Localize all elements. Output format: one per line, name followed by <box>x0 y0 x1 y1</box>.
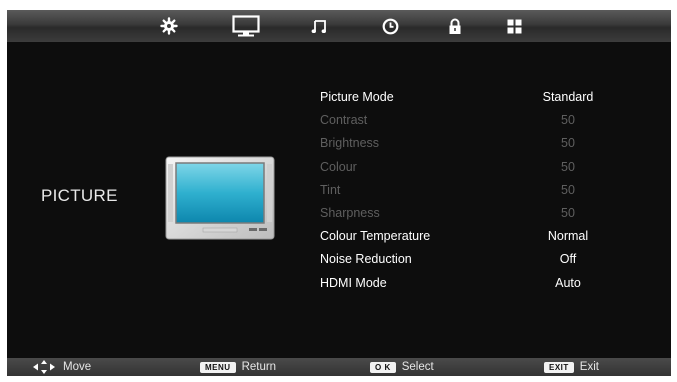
monitor-icon[interactable] <box>231 15 261 37</box>
menu-item-value: 50 <box>561 205 575 220</box>
menu-item-value: 50 <box>561 136 575 151</box>
top-menu-bar <box>7 10 671 42</box>
menu-item-label: Noise Reduction <box>320 252 412 267</box>
menu-item-contrast: Contrast 50 <box>320 113 640 136</box>
exit-key: EXIT <box>544 361 574 373</box>
menu-item-label: Sharpness <box>320 205 380 220</box>
menu-item-tint: Tint 50 <box>320 183 640 206</box>
menu-item-label: Contrast <box>320 113 368 128</box>
menu-item-value: 50 <box>561 159 575 174</box>
menu-item-value: Auto <box>555 275 581 290</box>
move-hint: Move <box>33 358 91 376</box>
menu-item-value: 50 <box>561 182 575 197</box>
menu-item-sharpness: Sharpness 50 <box>320 206 640 229</box>
exit-hint: EXIT Exit <box>544 358 599 376</box>
menu-item-colour: Colour 50 <box>320 160 640 183</box>
menu-item-value: 50 <box>561 113 575 128</box>
lock-icon[interactable] <box>443 15 467 37</box>
menu-item-label: Colour Temperature <box>320 229 431 244</box>
menu-item-label: HDMI Mode <box>320 275 387 290</box>
clock-icon[interactable] <box>378 15 402 37</box>
menu-item-brightness: Brightness 50 <box>320 136 640 159</box>
menu-item-label: Brightness <box>320 136 380 151</box>
bottom-hint-bar: Move MENU Return O K Select EXIT Exit <box>7 358 671 376</box>
menu-item-noise-reduction[interactable]: Noise Reduction Off <box>320 252 640 275</box>
menu-item-picture-mode[interactable]: Picture Mode Standard <box>320 90 640 113</box>
picture-settings-menu: Picture Mode Standard Contrast 50 Bright… <box>320 90 640 299</box>
menu-item-value: Standard <box>542 90 594 104</box>
select-label: Select <box>401 361 434 373</box>
menu-item-value: Normal <box>547 229 589 244</box>
menu-item-colour-temperature[interactable]: Colour Temperature Normal <box>320 229 640 252</box>
page-title: PICTURE <box>41 186 118 205</box>
return-label: Return <box>241 361 277 373</box>
gear-icon[interactable] <box>157 15 181 37</box>
tv-illustration <box>165 156 275 245</box>
ok-key: O K <box>370 361 396 373</box>
return-hint: MENU Return <box>200 358 276 376</box>
tv-osd-screen: PICTURE Picture Mode Standard Contrast 5… <box>7 10 671 376</box>
menu-key: MENU <box>200 361 236 373</box>
menu-item-label: Picture Mode <box>320 90 394 104</box>
menu-item-value: Off <box>559 252 577 267</box>
music-note-icon[interactable] <box>307 15 331 37</box>
menu-item-label: Tint <box>320 182 341 197</box>
arrow-keys-icon <box>33 360 55 374</box>
menu-item-label: Colour <box>320 159 357 174</box>
menu-item-hdmi-mode[interactable]: HDMI Mode Auto <box>320 276 640 299</box>
move-label: Move <box>63 361 92 373</box>
grid-icon[interactable] <box>502 15 526 37</box>
exit-label: Exit <box>579 361 599 373</box>
select-hint: O K Select <box>370 358 434 376</box>
